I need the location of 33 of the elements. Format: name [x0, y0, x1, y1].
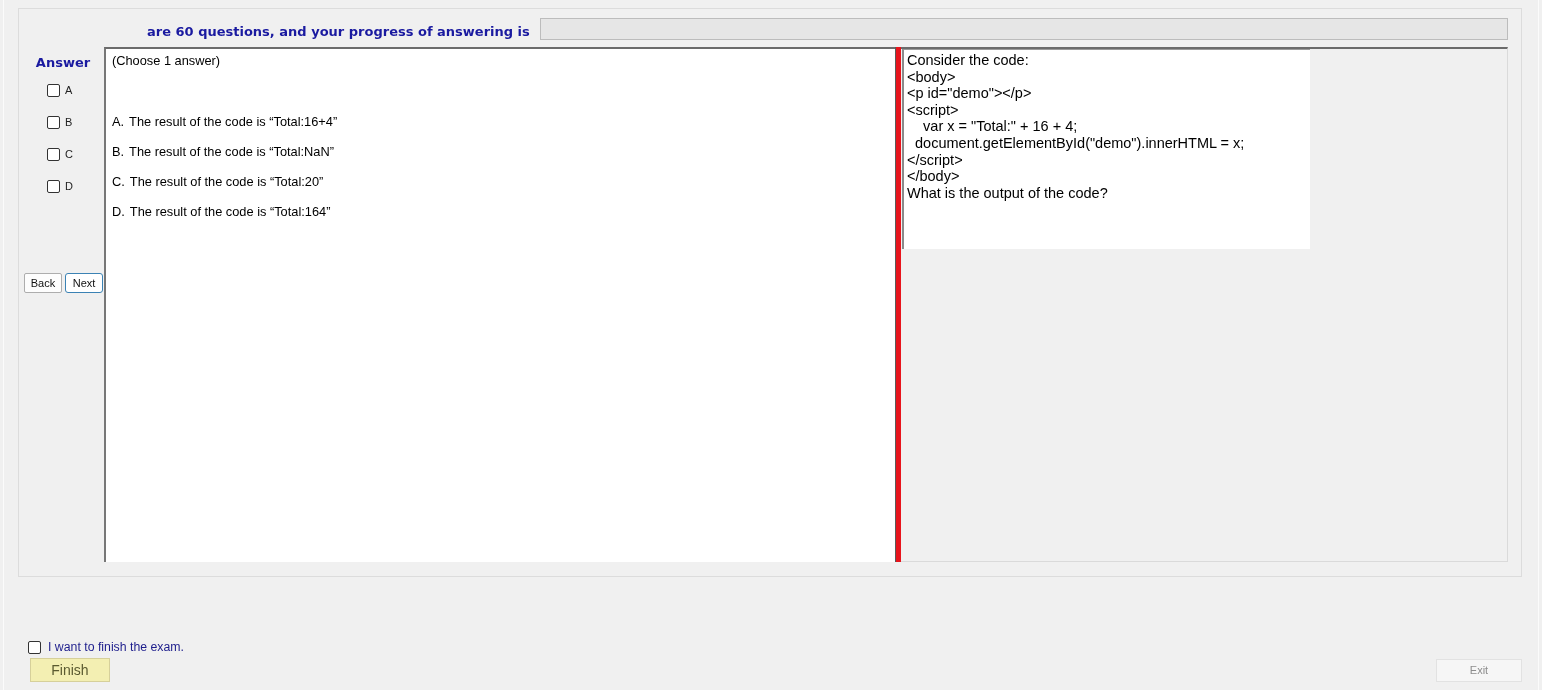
checkbox[interactable]	[47, 83, 60, 97]
choice-text: The result of the code is “Total:164”	[129, 203, 331, 219]
choice-letter: B.	[112, 143, 125, 159]
answer-heading: Answer	[34, 55, 92, 71]
code-line: </body>	[907, 168, 961, 185]
finish-label: I want to finish the exam.	[48, 640, 185, 654]
checkbox-label: A	[65, 84, 73, 96]
code-line: </script>	[907, 151, 964, 169]
progress-label: are 60 questions, and your progress of answering is	[147, 23, 530, 39]
next-button[interactable]: Next	[65, 273, 103, 293]
choice-letter: D.	[112, 203, 125, 219]
checkbox-label: D	[65, 180, 73, 192]
code-line: Consider the code:	[907, 52, 1030, 69]
checkbox[interactable]	[47, 115, 60, 129]
code-line: <p id="demo"></p>	[907, 85, 1033, 102]
checkbox[interactable]	[47, 147, 60, 161]
code-line: <script>	[907, 101, 960, 119]
choice-letter: C.	[112, 173, 125, 189]
instruction-text: (Choose 1 answer)	[112, 54, 222, 68]
code-line: <body>	[907, 68, 957, 86]
choice-text: The result of the code is “Total:16+4”	[129, 113, 338, 129]
checkbox-label: C	[65, 148, 73, 160]
choice-letter: A.	[112, 113, 125, 129]
back-button[interactable]: Back	[24, 273, 62, 293]
checkbox-label: B	[65, 116, 73, 128]
choice-text: The result of the code is “Total:20”	[129, 173, 324, 189]
code-line: var x = "Total:" + 16 + 4;	[922, 118, 1079, 135]
choice-text: The result of the code is “Total:NaN”	[129, 143, 334, 159]
code-line: document.getElementById("demo").innerHTML = x;	[914, 134, 1246, 152]
code-line: What is the output of the code?	[907, 184, 1109, 202]
checkbox[interactable]	[28, 640, 41, 654]
finish-button[interactable]: Finish	[30, 658, 110, 682]
checkbox[interactable]	[47, 179, 60, 193]
